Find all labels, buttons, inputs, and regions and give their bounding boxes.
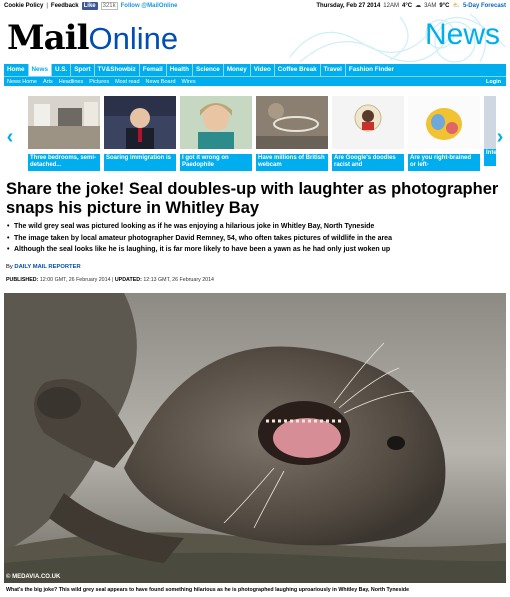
date-label: Thursday, Feb 27 2014 [316, 3, 381, 9]
published-date: 12:00 GMT, 26 February 2014 [39, 277, 111, 283]
photo-caption: What's the big joke? This wild grey seal… [6, 587, 410, 593]
subnav-most-read[interactable]: Most read [112, 79, 142, 85]
bullet-item: The image taken by local amateur photogr… [6, 233, 506, 245]
photo-credit: © MEDAVIA.CO.UK [6, 574, 61, 580]
carousel-image-webcam [256, 96, 328, 149]
separator: | [46, 3, 48, 9]
subnav-pictures[interactable]: Pictures [86, 79, 112, 85]
byline: By DAILY MAIL REPORTER [6, 264, 81, 270]
article-headline: Share the joke! Seal doubles-up with lau… [6, 180, 499, 217]
byline-author-link[interactable]: DAILY MAIL REPORTER [14, 264, 80, 270]
carousel-item[interactable]: Are you right-brained or left- [408, 96, 480, 171]
carousel-image-house [28, 96, 100, 149]
nav-sport[interactable]: Sport [71, 64, 95, 76]
masthead: MailOnline News [0, 12, 510, 64]
nav-travel[interactable]: Travel [321, 64, 346, 76]
article-photo-seal [4, 293, 506, 583]
temperature-later: 9°C [439, 3, 450, 9]
feedback-link[interactable]: Feedback [51, 0, 79, 12]
subnav-news-board[interactable]: News Board [143, 79, 179, 85]
logo-mail: Mail [7, 18, 89, 58]
cookie-policy-link[interactable]: Cookie Policy [4, 0, 43, 12]
time-later: 3AM [424, 3, 437, 9]
subnav-arts[interactable]: Arts [40, 79, 56, 85]
byline-prefix: By [6, 264, 13, 270]
carousel-item[interactable]: Are Google's doodles racist and [332, 96, 404, 171]
nav-fashion-finder[interactable]: Fashion Finder [346, 64, 397, 76]
carousel-item[interactable]: I got it wrong on Paedophile [180, 96, 252, 171]
nav-home[interactable]: Home [4, 64, 29, 76]
section-title: News [424, 18, 500, 51]
carousel-image-doodle [332, 96, 404, 149]
carousel-next-icon[interactable]: › [494, 127, 506, 147]
carousel-item[interactable]: Have millions of British webcam [256, 96, 328, 171]
sub-nav: News Home Arts Headlines Pictures Most r… [4, 76, 506, 86]
carousel-caption: Three bedrooms, semi-detached... [28, 154, 100, 171]
main-nav: Home News U.S. Sport TV&Showbiz Femail H… [4, 64, 506, 76]
published-label: PUBLISHED: [6, 277, 39, 283]
nav-tvshowbiz[interactable]: TV&Showbiz [95, 64, 140, 76]
nav-femail[interactable]: Femail [140, 64, 167, 76]
mail-online-logo[interactable]: MailOnline [7, 18, 178, 58]
bullet-item: The wild grey seal was pictured looking … [6, 221, 506, 233]
nav-video[interactable]: Video [251, 64, 275, 76]
article-bullets: The wild grey seal was pictured looking … [6, 221, 506, 256]
carousel-item[interactable]: Soaring immigration is [104, 96, 176, 171]
carousel-caption: Soaring immigration is [104, 154, 176, 171]
carousel-caption: Have millions of British webcam [256, 154, 328, 171]
carousel-caption: Inter [484, 149, 496, 166]
login-link[interactable]: Login [483, 79, 506, 85]
carousel-caption: I got it wrong on Paedophile [180, 154, 252, 171]
carousel-caption: Are Google's doodles racist and [332, 154, 404, 171]
carousel-prev-icon[interactable]: ‹ [4, 127, 16, 147]
forecast-link[interactable]: 5-Day Forecast [463, 0, 506, 12]
published-info: PUBLISHED: 12:00 GMT, 26 February 2014 |… [6, 277, 214, 283]
facebook-like-button[interactable]: Like [81, 2, 98, 10]
subnav-headlines[interactable]: Headlines [56, 79, 86, 85]
weather-icon: ☁ [415, 3, 422, 9]
twitter-follow-button[interactable]: Follow @MailOnline [121, 0, 178, 12]
carousel-image-politician [104, 96, 176, 149]
temperature-now: 4°C [401, 3, 413, 9]
updated-label: UPDATED: [114, 277, 142, 283]
utility-bar: Cookie Policy | Feedback Like 321k Follo… [0, 0, 510, 12]
nav-science[interactable]: Science [193, 64, 224, 76]
carousel-item[interactable]: Three bedrooms, semi-detached... [28, 96, 100, 171]
subnav-wires[interactable]: Wires [179, 79, 199, 85]
carousel-image-woman [180, 96, 252, 149]
bullet-item: Although the seal looks like he is laugh… [6, 244, 506, 256]
logo-online: Online [88, 21, 179, 56]
like-count: 321k [100, 2, 118, 10]
nav-news[interactable]: News [28, 64, 52, 76]
carousel-image-brain [408, 96, 480, 149]
forecast-icon: ⛅ [452, 3, 460, 9]
updated-date: 12:13 GMT, 26 February 2014 [143, 277, 214, 283]
nav-money[interactable]: Money [224, 64, 251, 76]
news-carousel: ‹ Three bedrooms, semi-detached... Soari… [4, 92, 506, 171]
carousel-caption: Are you right-brained or left- [408, 154, 480, 171]
subnav-news-home[interactable]: News Home [4, 79, 40, 85]
time-now: 12AM [383, 3, 399, 9]
nav-coffee-break[interactable]: Coffee Break [275, 64, 321, 76]
nav-us[interactable]: U.S. [52, 64, 72, 76]
nav-health[interactable]: Health [167, 64, 193, 76]
